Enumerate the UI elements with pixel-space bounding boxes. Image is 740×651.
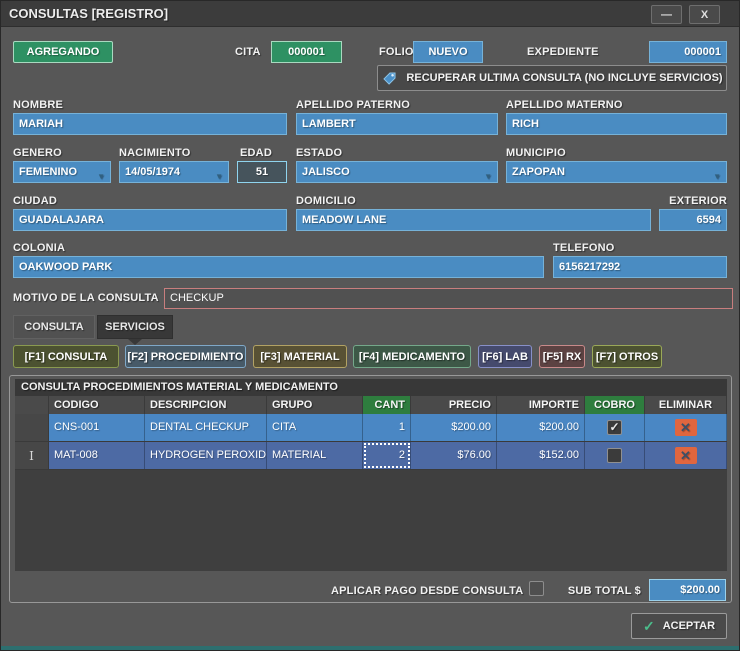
municipio-label: MUNICIPIO [506, 147, 566, 159]
minimize-button[interactable]: — [651, 5, 682, 24]
f5-rx-button[interactable]: [F5] RX [539, 345, 585, 368]
apellido-materno-label: APELLIDO MATERNO [506, 99, 623, 111]
f2-procedimiento-button[interactable]: [F2] PROCEDIMIENTO [125, 345, 246, 368]
row-selector-edit-ibeam-icon[interactable]: I [15, 442, 49, 469]
status-badge-agregando: AGREGANDO [13, 41, 113, 63]
estado-label: ESTADO [296, 147, 342, 159]
exterior-field[interactable]: 6594 [659, 209, 727, 231]
col-header-grupo[interactable]: GRUPO [267, 396, 363, 414]
consultas-registro-window: CONSULTAS [REGISTRO] — X AGREGANDO CITA … [0, 0, 740, 651]
cell-codigo[interactable]: MAT-008 [49, 442, 145, 469]
col-header-descripcion[interactable]: DESCRIPCION [145, 396, 267, 414]
f4-medicamento-button[interactable]: [F4] MEDICAMENTO [353, 345, 471, 368]
cell-importe[interactable]: $152.00 [497, 442, 585, 469]
cell-cobro [585, 414, 645, 441]
apellido-paterno-field[interactable]: LAMBERT [296, 113, 498, 135]
recuperar-ultima-consulta-button[interactable]: RECUPERAR ULTIMA CONSULTA (NO INCLUYE SE… [377, 65, 727, 91]
folio-field[interactable]: NUEVO [413, 41, 483, 63]
window-title: CONSULTAS [REGISTRO] [9, 6, 168, 21]
nombre-label: NOMBRE [13, 99, 63, 111]
table-row: I MAT-008 HYDROGEN PEROXIDE MATERIAL 2 $… [15, 442, 727, 470]
titlebar: CONSULTAS [REGISTRO] — X [1, 1, 739, 27]
f1-consulta-button[interactable]: [F1] CONSULTA [13, 345, 119, 368]
aceptar-label: ACEPTAR [663, 620, 715, 632]
cell-codigo[interactable]: CNS-001 [49, 414, 145, 441]
recuperar-label: RECUPERAR ULTIMA CONSULTA (NO INCLUYE SE… [406, 72, 722, 84]
domicilio-field[interactable]: MEADOW LANE [296, 209, 651, 231]
expediente-field[interactable]: 000001 [649, 41, 727, 63]
col-header-eliminar[interactable]: ELIMINAR [645, 396, 727, 414]
cita-field[interactable]: 000001 [271, 41, 342, 63]
check-icon: ✓ [643, 618, 655, 635]
f3-material-button[interactable]: [F3] MATERIAL [253, 345, 347, 368]
apellido-materno-field[interactable]: RICH [506, 113, 727, 135]
delete-icon[interactable] [675, 447, 697, 464]
col-header-importe[interactable]: IMPORTE [497, 396, 585, 414]
exterior-label: EXTERIOR [641, 195, 727, 207]
cita-label: CITA [235, 46, 261, 58]
edad-field[interactable]: 51 [237, 161, 287, 183]
f7-otros-button[interactable]: [F7] OTROS [592, 345, 662, 368]
subtotal-field[interactable]: $200.00 [649, 579, 726, 601]
grid-title: CONSULTA PROCEDIMIENTOS MATERIAL Y MEDIC… [15, 379, 727, 396]
window-bottom-accent [1, 646, 739, 650]
services-grid: CONSULTA PROCEDIMIENTOS MATERIAL Y MEDIC… [15, 379, 727, 571]
nacimiento-label: NACIMIENTO [119, 147, 190, 159]
municipio-dropdown[interactable]: ZAPOPAN [506, 161, 727, 183]
cell-cant-editing[interactable]: 2 [363, 442, 411, 469]
close-button[interactable]: X [689, 5, 720, 24]
f6-lab-button[interactable]: [F6] LAB [478, 345, 532, 368]
domicilio-label: DOMICILIO [296, 195, 356, 207]
folio-label: FOLIO [379, 46, 414, 58]
telefono-label: TELEFONO [553, 242, 615, 254]
colonia-label: COLONIA [13, 242, 65, 254]
estado-dropdown[interactable]: JALISCO [296, 161, 498, 183]
apellido-paterno-label: APELLIDO PATERNO [296, 99, 410, 111]
minimize-icon: — [661, 9, 672, 21]
expediente-label: EXPEDIENTE [527, 46, 599, 58]
table-row: CNS-001 DENTAL CHECKUP CITA 1 $200.00 $2… [15, 414, 727, 442]
cobro-checkbox[interactable] [607, 420, 622, 435]
grid-selector-header [15, 396, 49, 414]
col-header-cant[interactable]: CANT [363, 396, 411, 414]
telefono-field[interactable]: 6156217292 [553, 256, 727, 278]
col-header-precio[interactable]: PRECIO [411, 396, 497, 414]
aplicar-pago-checkbox[interactable] [529, 581, 544, 596]
ciudad-field[interactable]: GUADALAJARA [13, 209, 287, 231]
colonia-field[interactable]: OAKWOOD PARK [13, 256, 544, 278]
motivo-label: MOTIVO DE LA CONSULTA [13, 292, 159, 304]
aceptar-button[interactable]: ✓ ACEPTAR [631, 613, 727, 639]
col-header-cobro[interactable]: COBRO [585, 396, 645, 414]
tag-icon [381, 70, 398, 87]
edad-label: EDAD [240, 147, 272, 159]
cell-precio[interactable]: $76.00 [411, 442, 497, 469]
row-selector[interactable] [15, 414, 49, 441]
nacimiento-dropdown[interactable]: 14/05/1974 [119, 161, 229, 183]
cell-eliminar [645, 442, 727, 469]
delete-icon[interactable] [675, 419, 697, 436]
cell-descripcion[interactable]: DENTAL CHECKUP [145, 414, 267, 441]
cell-cobro [585, 442, 645, 469]
tab-servicios[interactable]: SERVICIOS [97, 315, 173, 339]
cell-grupo[interactable]: CITA [267, 414, 363, 441]
grid-header-row: CODIGO DESCRIPCION GRUPO CANT PRECIO IMP… [15, 396, 727, 414]
genero-label: GENERO [13, 147, 62, 159]
nombre-field[interactable]: MARIAH [13, 113, 287, 135]
close-icon: X [701, 9, 708, 21]
cell-cant[interactable]: 1 [363, 414, 411, 441]
cell-descripcion[interactable]: HYDROGEN PEROXIDE [145, 442, 267, 469]
motivo-field[interactable]: CHECKUP [164, 288, 733, 309]
cell-grupo[interactable]: MATERIAL [267, 442, 363, 469]
ciudad-label: CIUDAD [13, 195, 57, 207]
tab-consulta[interactable]: CONSULTA [13, 315, 95, 339]
aplicar-pago-label: APLICAR PAGO DESDE CONSULTA [331, 585, 523, 597]
col-header-codigo[interactable]: CODIGO [49, 396, 145, 414]
cell-importe[interactable]: $200.00 [497, 414, 585, 441]
cobro-checkbox[interactable] [607, 448, 622, 463]
cell-eliminar [645, 414, 727, 441]
subtotal-label: SUB TOTAL $ [557, 585, 641, 597]
cell-precio[interactable]: $200.00 [411, 414, 497, 441]
genero-dropdown[interactable]: FEMENINO [13, 161, 111, 183]
